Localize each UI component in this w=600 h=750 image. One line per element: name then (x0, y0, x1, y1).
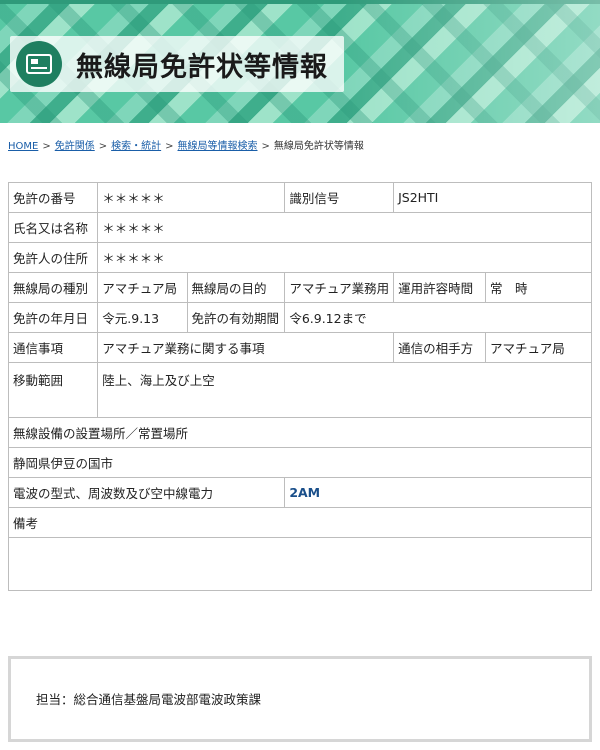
table-row: 無線設備の設置場所／常置場所 (8, 417, 592, 448)
name-label: 氏名又は名称 (7, 212, 99, 243)
document-icon (16, 41, 62, 87)
breadcrumb-station-search-link[interactable]: 無線局等情報検索 (178, 141, 258, 152)
breadcrumb-separator: > (42, 141, 51, 152)
validity-value: 令6.9.12まで (284, 302, 592, 333)
breadcrumb: HOME > 免許関係 > 検索・統計 > 無線局等情報検索 > 無線局免許状等情報 (8, 137, 364, 152)
breadcrumb-license-link[interactable]: 免許関係 (55, 141, 95, 152)
breadcrumb-separator: > (261, 141, 270, 152)
address-label: 免許人の住所 (7, 242, 99, 273)
address-value: ＊＊＊＊＊ (97, 242, 592, 273)
remarks-value (8, 537, 592, 591)
mobile-range-value: 陸上、海上及び上空 (97, 362, 592, 418)
banner-fade (340, 0, 600, 123)
comm-items-label: 通信事項 (7, 332, 99, 363)
station-type-label: 無線局の種別 (7, 272, 99, 303)
operation-time-value: 常 時 (484, 272, 593, 303)
table-row (8, 537, 592, 591)
station-type-value: アマチュア局 (97, 272, 188, 303)
operation-time-label: 運用許容時間 (393, 272, 486, 303)
table-row: 備考 (8, 507, 592, 538)
call-sign-label: 識別信号 (284, 182, 395, 213)
breadcrumb-search-stats-link[interactable]: 検索・統計 (111, 141, 161, 152)
comm-partner-value: アマチュア局 (484, 332, 593, 363)
contact-box: 担当：総合通信基盤局電波部電波政策課 (8, 656, 592, 742)
remarks-label: 備考 (8, 507, 592, 538)
table-row: 免許の年月日 令元.9.13 免許の有効期間 令6.9.12まで (7, 302, 592, 333)
radio-spec-label: 電波の型式、周波数及び空中線電力 (7, 477, 286, 508)
license-number-value: ＊＊＊＊＊ (97, 182, 286, 213)
license-number-label: 免許の番号 (7, 182, 99, 213)
radio-spec-value: 2AM (284, 477, 592, 508)
page-title: 無線局免許状等情報 (76, 51, 328, 83)
name-value: ＊＊＊＊＊ (97, 212, 592, 243)
breadcrumb-separator: > (98, 141, 108, 152)
purpose-label: 無線局の目的 (186, 272, 286, 303)
table-row: 移動範囲 陸上、海上及び上空 (7, 362, 592, 418)
breadcrumb-current: 無線局免許状等情報 (273, 141, 364, 152)
page-banner: 無線局免許状等情報 (0, 0, 600, 123)
comm-partner-label: 通信の相手方 (393, 332, 486, 363)
table-row: 免許の番号 ＊＊＊＊＊ 識別信号 JS2HTI (7, 182, 592, 213)
contact-text: 担当：総合通信基盤局電波部電波政策課 (36, 692, 262, 707)
license-info-table: 免許の番号 ＊＊＊＊＊ 識別信号 JS2HTI 氏名又は名称 ＊＊＊＊＊ 免許人… (7, 182, 593, 591)
breadcrumb-home-link[interactable]: HOME (8, 141, 38, 152)
table-row: 氏名又は名称 ＊＊＊＊＊ (7, 212, 592, 243)
equipment-location-label: 無線設備の設置場所／常置場所 (8, 417, 592, 448)
comm-items-value: アマチュア業務に関する事項 (97, 332, 395, 363)
title-block: 無線局免許状等情報 (10, 36, 344, 92)
call-sign-value: JS2HTI (393, 182, 592, 213)
purpose-value: アマチュア業務用 (284, 272, 395, 303)
validity-label: 免許の有効期間 (186, 302, 286, 333)
breadcrumb-separator: > (165, 141, 174, 152)
table-row: 免許人の住所 ＊＊＊＊＊ (7, 242, 592, 273)
mobile-range-label: 移動範囲 (7, 362, 99, 418)
table-row: 無線局の種別 アマチュア局 無線局の目的 アマチュア業務用 運用許容時間 常 時 (7, 272, 593, 303)
equipment-location-value: 静岡県伊豆の国市 (8, 447, 592, 478)
table-row: 静岡県伊豆の国市 (8, 447, 592, 478)
table-row: 通信事項 アマチュア業務に関する事項 通信の相手方 アマチュア局 (7, 332, 593, 363)
license-date-label: 免許の年月日 (7, 302, 99, 333)
table-row: 電波の型式、周波数及び空中線電力 2AM (7, 477, 592, 508)
license-date-value: 令元.9.13 (97, 302, 188, 333)
